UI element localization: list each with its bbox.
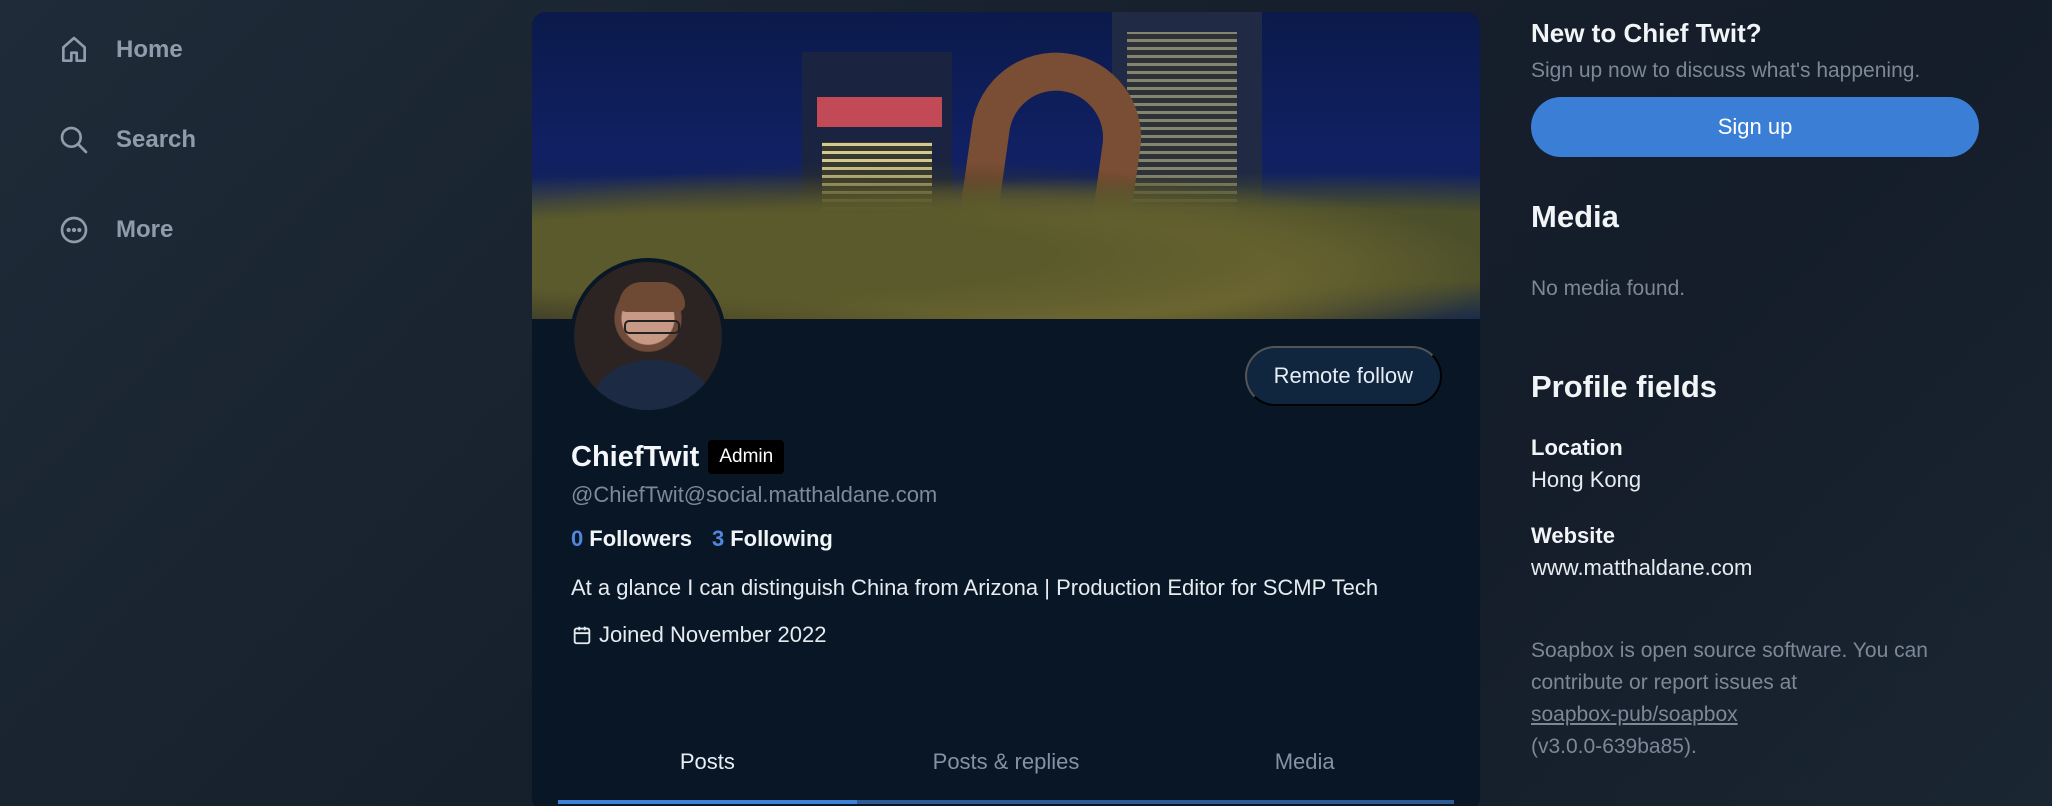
followers-link[interactable]: 0 Followers xyxy=(571,526,692,552)
profile-tabs: Posts Posts & replies Media xyxy=(558,724,1454,804)
following-label: Following xyxy=(730,526,833,551)
following-count: 3 xyxy=(711,526,725,551)
field-label-location: Location xyxy=(1531,435,1623,460)
nav-item-label: Search xyxy=(116,126,197,153)
signup-cta-subtitle: Sign up now to discuss what's happening. xyxy=(1531,59,1921,82)
banner-sign xyxy=(817,97,942,127)
display-name: ChiefTwit xyxy=(571,440,700,473)
soapbox-repo-link[interactable]: soapbox-pub/soapbox xyxy=(1531,703,1738,726)
footer-version: (v3.0.0-639ba85). xyxy=(1531,735,1697,758)
tab-posts[interactable]: Posts xyxy=(558,724,857,804)
tab-media[interactable]: Media xyxy=(1155,724,1454,800)
sign-up-button[interactable]: Sign up xyxy=(1531,97,1979,157)
nav-item-home[interactable]: Home xyxy=(58,28,358,72)
profile-fields-title: Profile fields xyxy=(1531,369,1718,404)
avatar-glasses xyxy=(624,320,680,334)
tab-posts-replies[interactable]: Posts & replies xyxy=(857,724,1156,800)
search-icon xyxy=(60,126,88,154)
more-icon xyxy=(60,216,88,244)
field-label-website: Website xyxy=(1531,523,1615,548)
followers-label: Followers xyxy=(589,526,692,551)
media-section-title: Media xyxy=(1531,199,1619,234)
signup-cta-title: New to Chief Twit? xyxy=(1531,18,1762,48)
account-handle: @ChiefTwit@social.matthaldane.com xyxy=(571,482,938,507)
right-sidebar: New to Chief Twit? Sign up now to discus… xyxy=(1531,18,1981,763)
nav-item-label: More xyxy=(116,216,174,243)
admin-badge: Admin xyxy=(708,440,785,474)
nav-item-search[interactable]: Search xyxy=(58,118,358,162)
footer-note: Soapbox is open source software. You can… xyxy=(1531,635,1981,763)
footer-text: Soapbox is open source software. You can… xyxy=(1531,639,1928,694)
avatar-shirt xyxy=(594,360,710,410)
left-nav: Home Search More xyxy=(58,28,358,298)
no-media-message: No media found. xyxy=(1531,277,1686,300)
avatar-hair xyxy=(619,282,685,312)
name-row: ChiefTwit Admin xyxy=(571,440,1451,474)
profile-card: Remote follow ChiefTwit Admin @ChiefTwit… xyxy=(532,12,1480,806)
field-value-website[interactable]: www.matthaldane.com xyxy=(1531,555,1981,581)
field-value-location: Hong Kong xyxy=(1531,467,1642,492)
nav-item-label: Home xyxy=(116,36,183,63)
nav-item-more[interactable]: More xyxy=(58,208,358,252)
joined-date: Joined November 2022 xyxy=(571,622,1451,648)
avatar[interactable] xyxy=(570,258,726,414)
remote-follow-button[interactable]: Remote follow xyxy=(1244,346,1442,406)
followers-count: 0 xyxy=(571,526,584,551)
profile-bio: At a glance I can distinguish China from… xyxy=(571,575,1379,600)
calendar-icon xyxy=(573,626,591,645)
home-icon xyxy=(62,36,86,62)
joined-text: Joined November 2022 xyxy=(599,622,827,647)
profile-info: ChiefTwit Admin @ChiefTwit@social.mattha… xyxy=(571,440,1451,648)
follow-stats: 0 Followers 3 Following xyxy=(571,526,1451,552)
following-link[interactable]: 3 Following xyxy=(712,526,833,552)
